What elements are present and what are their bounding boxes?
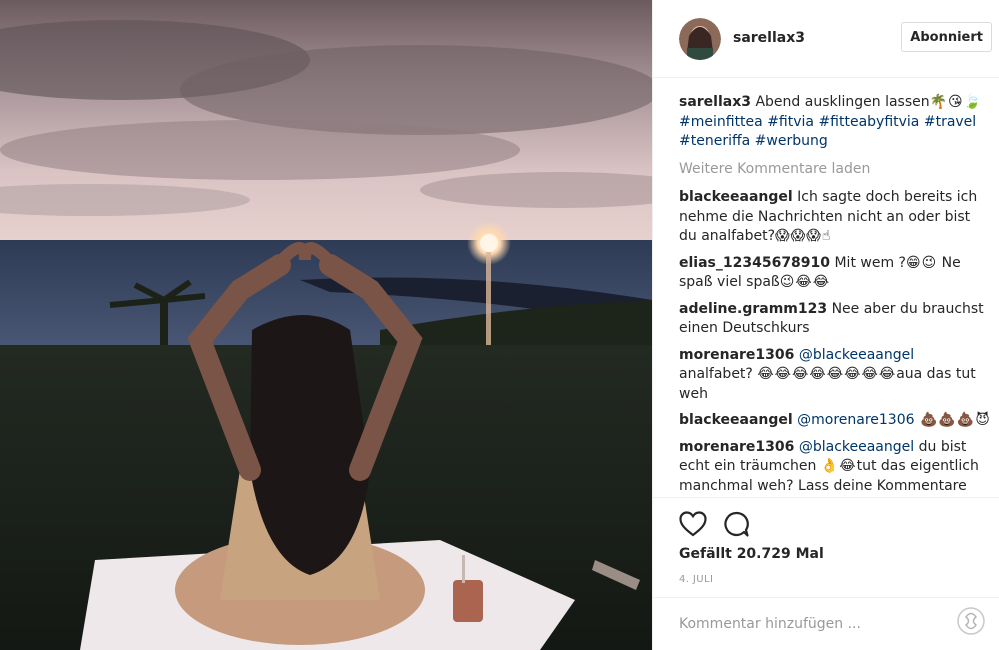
comment-mention[interactable]: @blackeeaangel: [799, 347, 914, 363]
comment-text: Mit wem ?: [830, 254, 906, 271]
action-bar: [653, 497, 999, 549]
comment-list[interactable]: sarellax3 Abend ausklingen lassen🌴😘🍃 #me…: [679, 93, 991, 497]
hashtag[interactable]: #teneriffa: [679, 133, 750, 149]
comment: elias_12345678910 Mit wem ?😁😉 Ne spaß vi…: [679, 254, 991, 293]
caption-emoji: 🌴😘🍃: [929, 94, 983, 110]
comment-emoji: 😱😱😱☝: [775, 228, 832, 244]
comment-mention[interactable]: @blackeeaangel: [799, 439, 914, 455]
hashtag[interactable]: #meinfittea: [679, 114, 763, 130]
grammarly-icon[interactable]: [956, 606, 986, 636]
comment-input[interactable]: [679, 612, 949, 636]
post-date[interactable]: 4. JULI: [679, 574, 713, 585]
comment-mention[interactable]: @morenare1306: [797, 412, 914, 428]
comment-emoji: 😉😂😂: [779, 274, 831, 290]
hashtag[interactable]: #fitteabyfitvia: [818, 114, 919, 130]
comment-text: analfabet?: [679, 366, 753, 382]
caption-username[interactable]: sarellax3: [679, 94, 751, 110]
post-photo[interactable]: [0, 0, 652, 650]
comment-username[interactable]: elias_12345678910: [679, 255, 830, 271]
hashtag[interactable]: #travel: [924, 114, 976, 130]
comment-username[interactable]: adeline.gramm123: [679, 301, 827, 317]
comment-username[interactable]: morenare1306: [679, 347, 794, 363]
caption: sarellax3 Abend ausklingen lassen🌴😘🍃 #me…: [679, 93, 991, 152]
comment: morenare1306 @blackeeaangel analfabet? 😂…: [679, 346, 991, 405]
username[interactable]: sarellax3: [733, 30, 805, 46]
comment-emoji: 😁😉: [905, 254, 938, 271]
comment-icon[interactable]: [723, 511, 749, 537]
post-side-panel: sarellax3 Abonniert sarellax3 Abend ausk…: [652, 0, 999, 650]
comment: blackeeaangel @morenare1306 💩💩💩😈: [679, 411, 991, 431]
comment: adeline.gramm123 Nee aber du brauchst ei…: [679, 300, 991, 339]
comment-username[interactable]: blackeeaangel: [679, 189, 793, 205]
follow-button[interactable]: Abonniert: [901, 22, 992, 52]
load-more-comments[interactable]: Weitere Kommentare laden: [679, 160, 991, 180]
like-count[interactable]: Gefällt 20.729 Mal: [679, 546, 824, 562]
comment-username[interactable]: blackeeaangel: [679, 412, 793, 428]
hashtag[interactable]: #werbung: [755, 133, 828, 149]
comment-emoji: 👌😂: [820, 458, 857, 474]
comment: morenare1306 @blackeeaangel du bist echt…: [679, 438, 991, 498]
caption-text: Abend ausklingen lassen: [751, 94, 930, 110]
post-header: sarellax3 Abonniert: [653, 0, 999, 78]
comment-emoji: 💩💩💩😈: [914, 412, 991, 428]
comment-emoji: 😂😂😂😂😂😂😂😂: [757, 366, 897, 382]
hashtag[interactable]: #fitvia: [767, 114, 814, 130]
avatar[interactable]: [679, 17, 721, 60]
comment-username[interactable]: morenare1306: [679, 439, 794, 455]
comment: blackeeaangel Ich sagte doch bereits ich…: [679, 188, 991, 247]
add-comment-bar: [653, 597, 999, 650]
heart-icon[interactable]: [679, 511, 707, 537]
